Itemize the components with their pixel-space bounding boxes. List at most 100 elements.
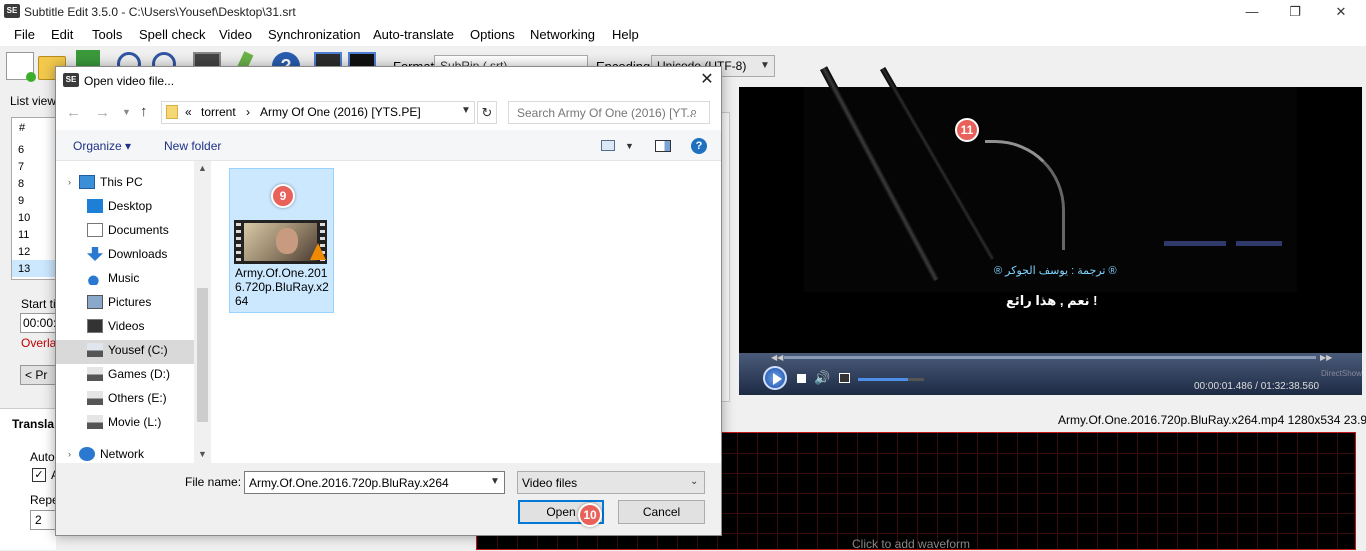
new-file-icon[interactable] [6, 52, 36, 82]
breadcrumb-current-folder[interactable]: Army Of One (2016) [YTS.PE] [260, 105, 421, 119]
back-arrow-icon[interactable]: ← [66, 104, 81, 121]
translate-tab[interactable]: Transla [12, 417, 54, 431]
previous-button[interactable]: < Pr [20, 365, 56, 385]
refresh-icon[interactable]: ↻ [477, 101, 497, 124]
new-folder-button[interactable]: New folder [164, 139, 221, 153]
fullscreen-icon[interactable] [839, 373, 850, 383]
list-row-number[interactable]: 7 [18, 161, 24, 173]
seek-forward-icon[interactable]: ▶▶ [1320, 353, 1332, 362]
list-row-number[interactable]: 12 [18, 246, 30, 258]
waveform-grid-line [1277, 433, 1278, 549]
recent-locations-icon[interactable]: ▼ [122, 107, 131, 117]
list-row-number[interactable]: 8 [18, 178, 24, 190]
drive-icon [87, 391, 103, 405]
step-badge: 10 [578, 503, 602, 527]
chevron-down-icon[interactable]: ▼ [490, 476, 500, 487]
nav-item-label[interactable]: Network [100, 447, 144, 461]
waveform-hint[interactable]: Click to add waveform [852, 537, 970, 551]
editor-panel-border [721, 112, 730, 402]
seek-bar[interactable] [784, 356, 1316, 359]
video-scene-light [1236, 241, 1282, 246]
menu-file[interactable]: File [14, 27, 35, 42]
list-row-number[interactable]: 13 [18, 263, 30, 275]
restore-button[interactable]: ❐ [1285, 2, 1305, 22]
menu-bar: File Edit Tools Spell check Video Synchr… [0, 24, 1366, 46]
dialog-close-button[interactable]: ✕ [698, 70, 716, 90]
app-icon: SE [4, 4, 20, 18]
menu-video[interactable]: Video [219, 27, 252, 42]
menu-auto-translate[interactable]: Auto-translate [373, 27, 454, 42]
list-row-number[interactable]: 9 [18, 195, 24, 207]
file-name-label-caption: File name: [185, 475, 242, 489]
nav-item-label[interactable]: Desktop [108, 199, 152, 213]
scrollbar-thumb[interactable] [197, 288, 208, 422]
menu-synchronization[interactable]: Synchronization [268, 27, 361, 42]
menu-networking[interactable]: Networking [530, 27, 595, 42]
film-hole [320, 230, 325, 233]
step-badge: 11 [955, 118, 979, 142]
scroll-down-icon[interactable]: ▼ [198, 449, 207, 459]
thumbnail-person [276, 228, 298, 254]
start-time-label: Start ti [21, 297, 56, 311]
auto-checkbox[interactable]: ✓ [32, 468, 46, 482]
nav-item-label[interactable]: Movie (L:) [108, 415, 161, 429]
chevron-down-icon[interactable]: ▼ [625, 141, 634, 151]
stop-button[interactable] [797, 374, 806, 383]
nav-item-label[interactable]: Games (D:) [108, 367, 170, 381]
list-view-tab[interactable]: List view [10, 94, 56, 108]
nav-item-label[interactable]: Yousef (C:) [108, 343, 168, 357]
file-type-select[interactable]: Video files [517, 471, 705, 494]
chevron-right-icon[interactable]: › [68, 449, 71, 459]
list-row-number[interactable]: 10 [18, 212, 30, 224]
breadcrumb-overflow[interactable]: « [185, 105, 192, 119]
list-row-number[interactable]: 11 [18, 229, 29, 241]
volume-icon[interactable]: 🔊 [814, 370, 830, 386]
nav-item-label[interactable]: Downloads [108, 247, 167, 261]
close-button[interactable]: ✕ [1331, 2, 1351, 22]
repeat-input[interactable]: 2 [30, 510, 56, 530]
play-button[interactable] [763, 366, 787, 390]
scroll-up-icon[interactable]: ▲ [198, 163, 207, 173]
nav-item-label[interactable]: Others (E:) [108, 391, 167, 405]
list-row-number[interactable]: 6 [18, 144, 24, 156]
list-header-number: # [19, 122, 26, 134]
nav-item-label[interactable]: Videos [108, 319, 144, 333]
breadcrumb-separator: › [246, 105, 250, 119]
menu-spell-check[interactable]: Spell check [139, 27, 205, 42]
help-icon[interactable]: ? [691, 138, 707, 154]
start-time-input[interactable]: 00:00: [20, 313, 56, 333]
preview-pane-icon[interactable] [655, 140, 671, 152]
computer-icon [79, 175, 95, 189]
cancel-button[interactable]: Cancel [618, 500, 705, 524]
menu-options[interactable]: Options [470, 27, 515, 42]
nav-item-label[interactable]: Pictures [108, 295, 151, 309]
change-view-icon[interactable] [601, 140, 615, 151]
waveform-grid-line [1297, 433, 1298, 549]
breadcrumb-torrent[interactable]: torrent [201, 105, 236, 119]
drive-icon [87, 367, 103, 381]
time-readout: 00:00:01.486 / 01:32:38.560 [1194, 381, 1320, 392]
nav-item-label[interactable]: Music [108, 271, 139, 285]
forward-arrow-icon[interactable]: → [95, 104, 110, 121]
film-hole [236, 230, 241, 233]
nav-item-label[interactable]: This PC [100, 175, 143, 189]
chevron-down-icon[interactable]: ▼ [461, 105, 471, 116]
waveform-grid-line [1097, 433, 1098, 549]
search-input[interactable]: Search Army Of One (2016) [YT... [508, 101, 710, 124]
organize-button[interactable]: Organize ▾ [73, 139, 131, 153]
nav-item-label[interactable]: Documents [108, 223, 169, 237]
vlc-icon [310, 243, 326, 260]
film-hole [236, 244, 241, 247]
film-hole [320, 223, 325, 226]
seek-back-icon[interactable]: ◀◀ [771, 353, 783, 362]
up-arrow-icon[interactable]: ↑ [140, 103, 148, 120]
menu-help[interactable]: Help [612, 27, 639, 42]
file-name-input[interactable]: Army.Of.One.2016.720p.BluRay.x264 [244, 471, 505, 494]
waveform-grid-line [1117, 433, 1118, 549]
minimize-button[interactable]: — [1242, 2, 1262, 22]
chevron-down-icon[interactable]: ⌄ [690, 476, 698, 487]
chevron-right-icon[interactable]: › [68, 177, 71, 187]
menu-tools[interactable]: Tools [92, 27, 122, 42]
waveform-grid-line [897, 433, 898, 549]
menu-edit[interactable]: Edit [51, 27, 73, 42]
